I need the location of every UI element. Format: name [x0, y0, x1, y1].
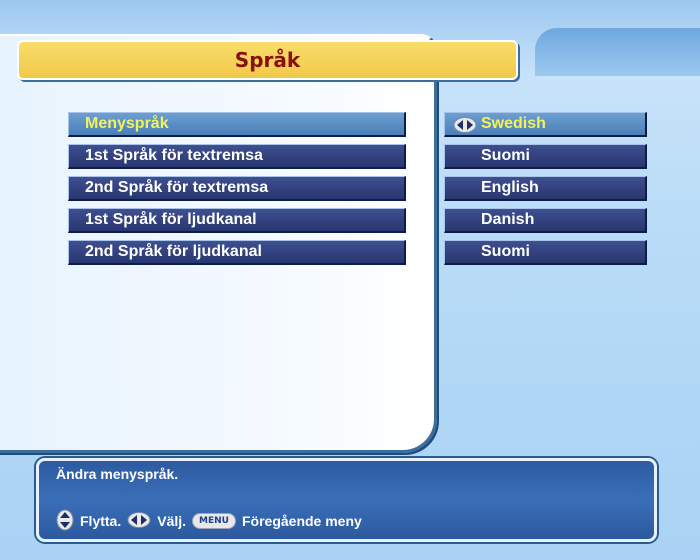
select-hint-label: Välj. [157, 513, 187, 529]
value-text: Swedish [481, 115, 546, 132]
menu-item-label: 1st Språk för textremsa [85, 147, 263, 164]
menu-item-2nd-subtitle-language[interactable]: 2nd Språk för textremsa [68, 176, 406, 201]
menu-key-icon: MENU [192, 513, 236, 529]
menu-item-2nd-audio-language[interactable]: 2nd Språk för ljudkanal [68, 240, 406, 265]
menu-item-label: 1st Språk för ljudkanal [85, 211, 257, 228]
menu-item-label: 2nd Språk för ljudkanal [85, 243, 262, 260]
value-text: Danish [481, 211, 535, 228]
title-bar: Språk [17, 40, 518, 80]
menu-item-label: Menyspråk [85, 115, 169, 132]
value-text: Suomi [481, 243, 530, 260]
left-right-arrows-icon [453, 117, 477, 138]
top-right-tab-decoration [535, 28, 700, 76]
value-selector-2nd-audio-language[interactable]: Suomi [444, 240, 647, 265]
menu-item-1st-audio-language[interactable]: 1st Språk för ljudkanal [68, 208, 406, 233]
value-selector-menu-language[interactable]: Swedish [444, 112, 647, 137]
page-title: Språk [234, 48, 301, 72]
value-text: Suomi [481, 147, 530, 164]
value-selector-2nd-subtitle-language[interactable]: English [444, 176, 647, 201]
menu-item-label: 2nd Språk för textremsa [85, 179, 269, 196]
previous-menu-hint-label: Föregående meny [241, 513, 362, 529]
help-text: Ändra menyspråk. [56, 466, 179, 482]
up-down-arrows-icon [56, 509, 74, 534]
value-selector-1st-audio-language[interactable]: Danish [444, 208, 647, 233]
value-text: English [481, 179, 539, 196]
navigation-hints: Flytta. Välj. MENU Föregående meny [56, 509, 362, 534]
left-right-arrows-icon [127, 511, 151, 531]
menu-item-1st-subtitle-language[interactable]: 1st Språk för textremsa [68, 144, 406, 169]
value-selector-1st-subtitle-language[interactable]: Suomi [444, 144, 647, 169]
move-hint-label: Flytta. [80, 513, 122, 529]
menu-item-menu-language[interactable]: Menyspråk [68, 112, 406, 137]
